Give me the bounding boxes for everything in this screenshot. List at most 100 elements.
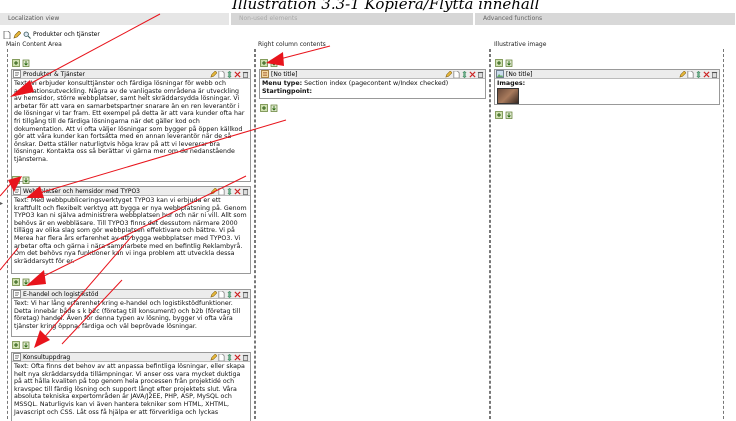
paste-icon[interactable] <box>22 176 30 184</box>
new-page-icon[interactable] <box>218 71 225 78</box>
new-content-row <box>12 278 30 286</box>
new-content-icon[interactable] <box>495 59 503 67</box>
paste-icon[interactable] <box>270 104 278 112</box>
paste-icon[interactable] <box>270 59 278 67</box>
text-element-icon <box>13 353 21 361</box>
new-content-row <box>495 111 513 119</box>
new-content-icon[interactable] <box>260 59 268 67</box>
new-content-row <box>12 59 30 67</box>
paste-icon[interactable] <box>22 59 30 67</box>
element-title: Webbplatser och hemsidor med TYPO3 <box>23 187 140 195</box>
delete-icon[interactable] <box>703 71 710 78</box>
element-body-text: Text: Vi har lång erfarenhet kring e-han… <box>14 300 241 330</box>
column-heading-illustrative: Illustrative image <box>494 41 547 48</box>
text-element-icon <box>13 290 21 298</box>
delete-icon[interactable] <box>234 71 241 78</box>
new-page-icon[interactable] <box>218 188 225 195</box>
column-heading-main: Main Content Area <box>6 41 62 48</box>
edit-icon[interactable] <box>679 71 686 78</box>
paste-icon[interactable] <box>22 341 30 349</box>
text-element-icon <box>13 187 21 195</box>
edit-icon[interactable] <box>210 354 217 361</box>
content-element-header: Webbplatser och hemsidor med TYPO3 <box>12 187 250 196</box>
element-title: [No title] <box>506 70 533 78</box>
element-body-text: Text: Vi erbjuder konsulttjänster och fä… <box>14 80 245 163</box>
trash-icon[interactable] <box>242 354 249 361</box>
trash-icon[interactable] <box>711 71 718 78</box>
trash-icon[interactable] <box>242 188 249 195</box>
element-title: E-handel och logistikstöd <box>23 290 99 298</box>
move-icon[interactable] <box>226 188 233 195</box>
content-element-webbplatser[interactable]: Webbplatser och hemsidor med TYPO3 Text:… <box>11 186 251 274</box>
trash-icon[interactable] <box>477 71 484 78</box>
new-content-icon[interactable] <box>12 176 20 184</box>
content-element-header: E-handel och logistikstöd <box>12 290 250 299</box>
paste-icon[interactable] <box>505 111 513 119</box>
right-column <box>255 49 490 421</box>
move-icon[interactable] <box>461 71 468 78</box>
content-element-header: [No title] <box>260 70 485 79</box>
move-icon[interactable] <box>226 291 233 298</box>
column-heading-right: Right column contents <box>258 41 326 48</box>
delete-icon[interactable] <box>234 188 241 195</box>
edit-page-icon[interactable] <box>13 31 21 39</box>
element-body: Images: <box>495 79 719 89</box>
new-content-row <box>12 341 30 349</box>
new-page-icon[interactable] <box>218 291 225 298</box>
element-body-text: Text: Ofta finns det behov av att anpass… <box>14 363 245 416</box>
content-element-ehandel[interactable]: E-handel och logistikstöd Text: Vi har l… <box>11 289 251 337</box>
new-content-icon[interactable] <box>12 341 20 349</box>
tab-localization-view[interactable]: Localization view <box>0 13 230 25</box>
content-element-konsultuppdrag[interactable]: Konsultuppdrag Text: Ofta finns det beho… <box>11 352 251 421</box>
trash-icon[interactable] <box>242 71 249 78</box>
new-content-icon[interactable] <box>12 59 20 67</box>
content-element-menu[interactable]: [No title] Menu type: Section index (pag… <box>259 69 486 99</box>
menu-type-label: Menu type: <box>262 80 303 87</box>
new-content-row <box>12 176 30 184</box>
paste-icon[interactable] <box>22 278 30 286</box>
new-content-icon[interactable] <box>12 278 20 286</box>
starting-point-label: Startingpoint: <box>262 87 313 95</box>
delete-icon[interactable] <box>234 291 241 298</box>
new-content-icon[interactable] <box>260 104 268 112</box>
image-thumbnail[interactable] <box>497 87 519 104</box>
content-element-produkter[interactable]: Produkter & Tjänster Text: Vi erbjuder k… <box>11 69 251 182</box>
new-content-row <box>260 59 278 67</box>
figure-caption: Illustration 3.3-1 Kopiera/Flytta innehå… <box>232 0 540 13</box>
page-title: Produkter och tjänster <box>33 31 100 38</box>
search-icon[interactable] <box>23 31 31 39</box>
new-page-icon[interactable] <box>453 71 460 78</box>
new-page-icon[interactable] <box>218 354 225 361</box>
move-icon[interactable] <box>695 71 702 78</box>
new-content-icon[interactable] <box>495 111 503 119</box>
tab-non-used-elements[interactable]: Non-used elements <box>231 13 474 25</box>
page-header: Produkter och tjänster <box>3 30 100 40</box>
element-title: Konsultuppdrag <box>23 353 71 361</box>
images-label: Images: <box>497 80 526 87</box>
tab-advanced-functions[interactable]: Advanced functions <box>475 13 736 25</box>
element-body: Menu type: Section index (pagecontent w/… <box>260 79 485 96</box>
collapse-marker-icon[interactable]: ▸ <box>0 200 5 207</box>
new-content-row <box>495 59 513 67</box>
column-edge <box>7 49 8 421</box>
move-icon[interactable] <box>226 71 233 78</box>
view-tabbar: Localization view Non-used elements Adva… <box>0 13 736 25</box>
menu-element-icon <box>261 70 269 78</box>
trash-icon[interactable] <box>242 291 249 298</box>
delete-icon[interactable] <box>234 354 241 361</box>
content-element-header: Produkter & Tjänster <box>12 70 250 79</box>
edit-icon[interactable] <box>210 291 217 298</box>
delete-icon[interactable] <box>469 71 476 78</box>
new-page-icon[interactable] <box>687 71 694 78</box>
edit-icon[interactable] <box>445 71 452 78</box>
image-element-icon <box>496 70 504 78</box>
element-title: [No title] <box>271 70 298 78</box>
content-element-image[interactable]: [No title] Images: <box>494 69 720 105</box>
move-icon[interactable] <box>226 354 233 361</box>
paste-icon[interactable] <box>505 59 513 67</box>
edit-icon[interactable] <box>210 71 217 78</box>
new-content-row <box>260 104 278 112</box>
content-element-header: Konsultuppdrag <box>12 353 250 362</box>
menu-type-value: Section index (pagecontent w/Index check… <box>304 80 449 87</box>
edit-icon[interactable] <box>210 188 217 195</box>
